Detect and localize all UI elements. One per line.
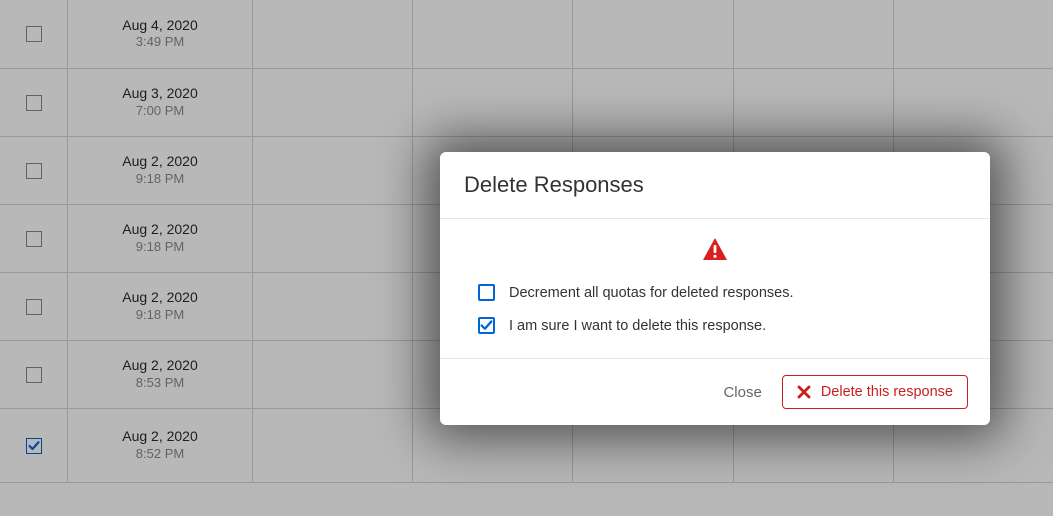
confirm-delete-label: I am sure I want to delete this response…	[509, 318, 766, 334]
decrement-quotas-checkbox[interactable]	[478, 284, 495, 301]
decrement-quotas-label: Decrement all quotas for deleted respons…	[509, 285, 794, 301]
warning-triangle-icon	[702, 237, 728, 266]
modal-options: Decrement all quotas for deleted respons…	[464, 284, 966, 334]
modal-header: Delete Responses	[440, 152, 990, 219]
modal-body: Decrement all quotas for deleted respons…	[440, 219, 990, 358]
warning-icon-wrap	[464, 237, 966, 266]
delete-button-label: Delete this response	[821, 384, 953, 400]
close-button[interactable]: Close	[723, 384, 761, 401]
delete-responses-modal: Delete Responses Decrement all quotas fo…	[440, 152, 990, 425]
modal-title: Delete Responses	[464, 172, 966, 198]
confirm-delete-checkbox[interactable]	[478, 317, 495, 334]
modal-footer: Close Delete this response	[440, 358, 990, 425]
confirm-delete-option: I am sure I want to delete this response…	[478, 317, 966, 334]
decrement-quotas-option: Decrement all quotas for deleted respons…	[478, 284, 966, 301]
delete-response-button[interactable]: Delete this response	[782, 375, 968, 409]
close-x-icon	[797, 385, 811, 399]
